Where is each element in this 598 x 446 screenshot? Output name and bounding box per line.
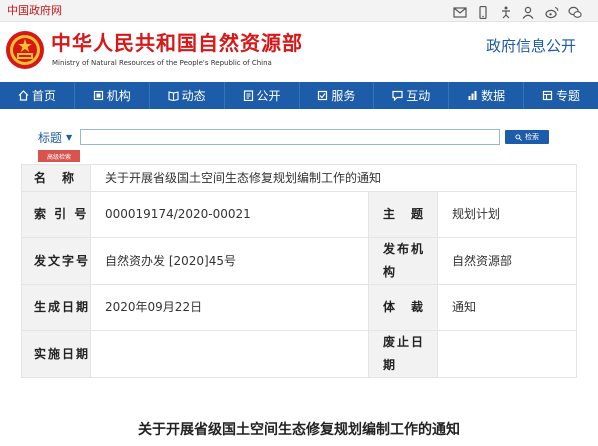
table-row: 实施日期 废止日期 xyxy=(21,330,577,378)
nav-item-label: 机构 xyxy=(106,89,131,103)
search-input[interactable] xyxy=(80,129,500,145)
news-icon xyxy=(168,91,179,101)
search-field-select[interactable]: 标题 ▼ xyxy=(38,129,86,145)
document-info-table: 名 称 关于开展省级国土空间生态修复规划编制工作的通知 索 引 号 000019… xyxy=(21,164,577,378)
expire-date-label: 废止日期 xyxy=(368,330,438,378)
wechat-icon[interactable] xyxy=(568,5,582,19)
open-icon xyxy=(243,90,253,101)
building-icon xyxy=(93,90,103,101)
site-name-english: Ministry of Natural Resources of the Peo… xyxy=(52,59,272,67)
nav-item-interaction[interactable]: 互动 xyxy=(374,82,450,109)
service-icon xyxy=(318,90,328,101)
nav-item-label: 首页 xyxy=(31,89,56,103)
site-header: 中华人民共和国自然资源部 Ministry of Natural Resourc… xyxy=(0,22,598,82)
nav-item-data[interactable]: 数据 xyxy=(449,82,525,109)
table-row: 生成日期 2020年09月22日 体 裁 通知 xyxy=(21,284,577,331)
nav-item-label: 专题 xyxy=(556,89,581,103)
mail-icon[interactable] xyxy=(453,5,467,19)
search-field-value: 标题 xyxy=(38,130,63,145)
nav-item-home[interactable]: 首页 xyxy=(0,82,75,109)
expire-date-value xyxy=(437,330,577,378)
nav-item-institution[interactable]: 机构 xyxy=(75,82,150,109)
search-button-label: 检索 xyxy=(525,133,539,141)
mobile-icon[interactable] xyxy=(476,5,490,19)
date-label: 生成日期 xyxy=(21,284,91,331)
caret-down-icon: ▼ xyxy=(66,132,73,142)
data-icon xyxy=(468,91,477,100)
nav-item-topic[interactable]: 专题 xyxy=(524,82,598,109)
topic-icon xyxy=(542,90,553,101)
nav-item-open[interactable]: 公开 xyxy=(225,82,300,109)
subject-label: 主 题 xyxy=(368,191,438,238)
weibo-icon[interactable] xyxy=(545,5,559,19)
nav-item-label: 服务 xyxy=(331,89,356,103)
genre-value: 通知 xyxy=(437,284,577,331)
nav-item-news[interactable]: 动态 xyxy=(150,82,225,109)
nav-item-service[interactable]: 服务 xyxy=(300,82,375,109)
name-value: 关于开展省级国土空间生态修复规划编制工作的通知 xyxy=(90,164,577,192)
name-label: 名 称 xyxy=(21,164,91,192)
main-nav: 首页 机构 动态 公开 服务 互动 数据 专题 xyxy=(0,82,598,109)
search-bar: 标题 ▼ 检索 xyxy=(38,128,549,146)
table-row: 索 引 号 000019174/2020-00021 主 题 规划计划 xyxy=(21,191,577,238)
user-icon[interactable] xyxy=(521,5,535,19)
search-button[interactable]: 检索 xyxy=(505,130,549,144)
docno-value: 自然资办发 [2020]45号 xyxy=(90,237,369,285)
issuer-label: 发布机构 xyxy=(368,237,438,285)
nav-item-label: 动态 xyxy=(181,89,206,103)
index-label: 索 引 号 xyxy=(21,191,91,238)
top-bar: 中国政府网 xyxy=(0,0,598,22)
accessibility-icon[interactable] xyxy=(499,5,513,19)
gov-portal-link[interactable]: 中国政府网 xyxy=(7,4,62,18)
search-icon xyxy=(515,133,522,141)
gov-info-open-title[interactable]: 政府信息公开 xyxy=(486,36,576,56)
date-value: 2020年09月22日 xyxy=(90,284,369,331)
nav-item-label: 数据 xyxy=(481,89,506,103)
chat-icon xyxy=(392,90,403,101)
effective-date-label: 实施日期 xyxy=(21,330,91,378)
table-row: 名 称 关于开展省级国土空间生态修复规划编制工作的通知 xyxy=(21,164,577,192)
effective-date-value xyxy=(90,330,369,378)
subject-value: 规划计划 xyxy=(437,191,577,238)
issuer-value: 自然资源部 xyxy=(437,237,577,285)
site-name[interactable]: 中华人民共和国自然资源部 xyxy=(51,31,303,55)
genre-label: 体 裁 xyxy=(368,284,438,331)
nav-item-label: 互动 xyxy=(406,89,431,103)
docno-label: 发文字号 xyxy=(21,237,91,285)
index-value: 000019174/2020-00021 xyxy=(90,191,369,238)
document-title: 关于开展省级国土空间生态修复规划编制工作的通知 xyxy=(138,422,460,438)
advanced-search-button[interactable]: 高级检索 xyxy=(38,150,80,162)
national-emblem-icon xyxy=(4,28,46,72)
nav-item-label: 公开 xyxy=(256,89,281,103)
home-icon xyxy=(18,90,29,101)
table-row: 发文字号 自然资办发 [2020]45号 发布机构 自然资源部 xyxy=(21,237,577,285)
